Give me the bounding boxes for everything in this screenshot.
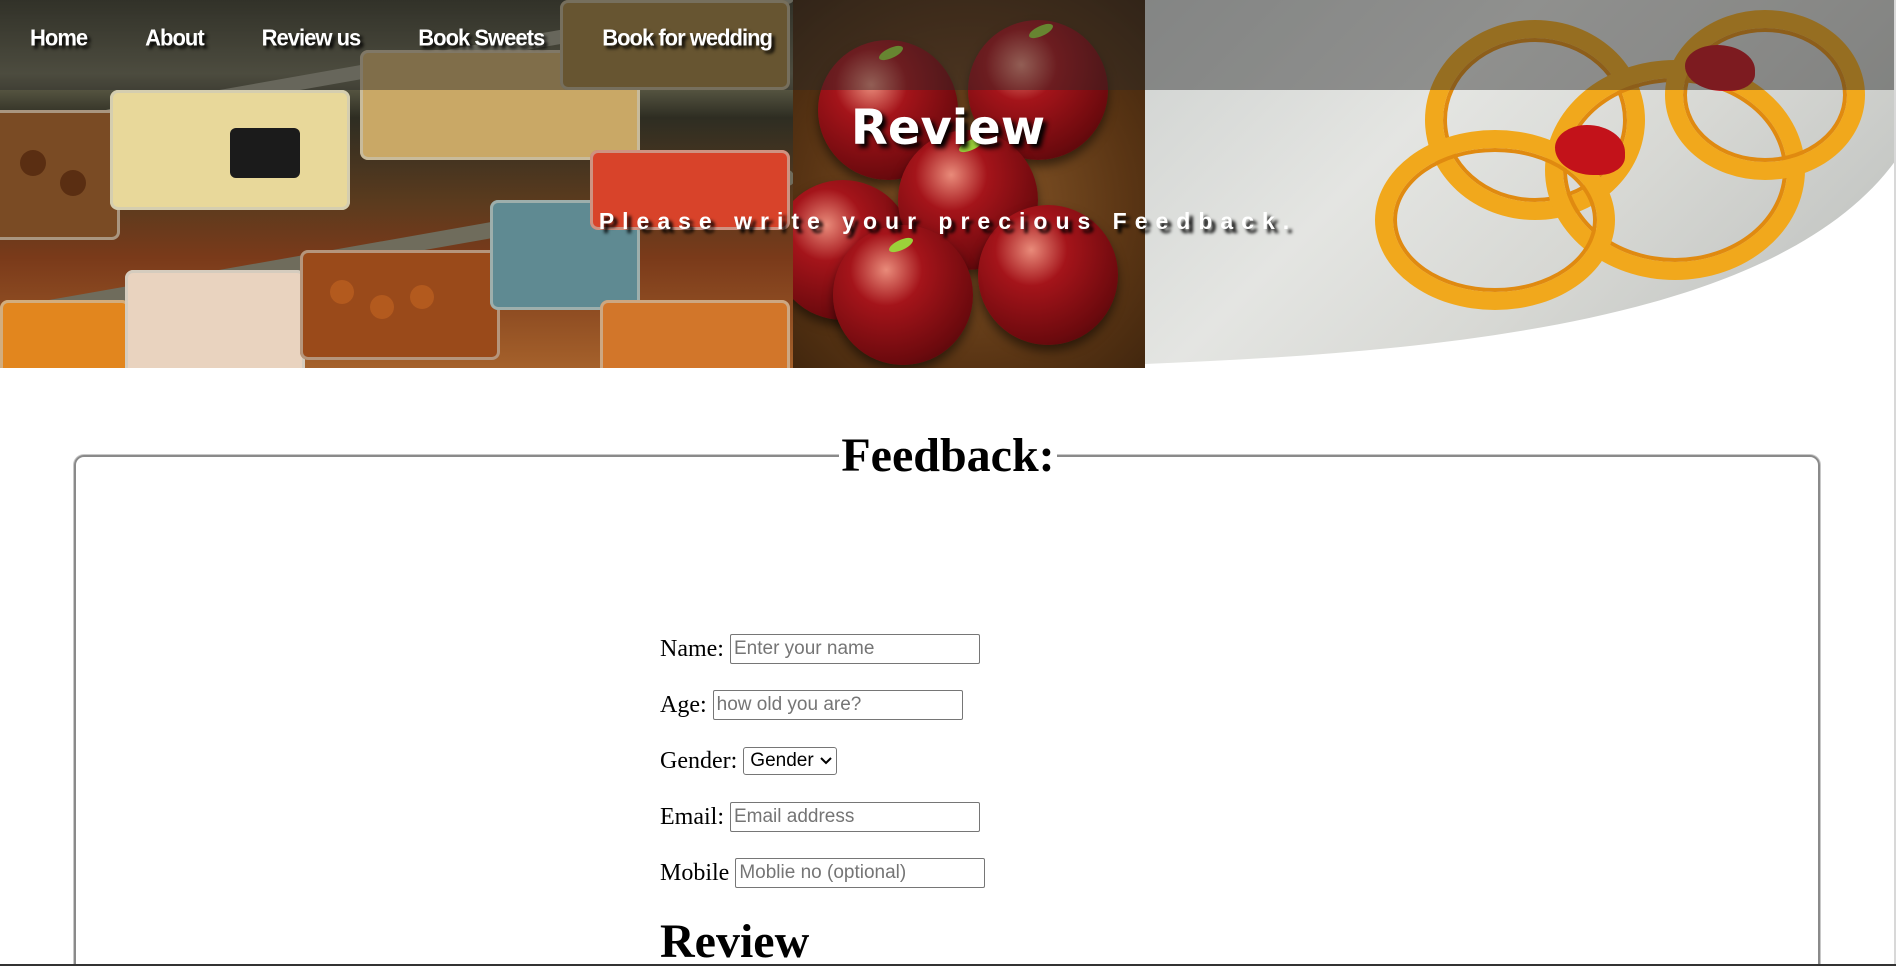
age-label: Age: (660, 691, 707, 718)
age-input[interactable] (712, 690, 963, 720)
age-row: Age: (660, 690, 985, 720)
main-nav: Home About Review us Book Sweets Book fo… (30, 22, 830, 54)
gender-row: Gender: Gender (660, 746, 985, 776)
review-heading: Review (660, 915, 810, 966)
gender-label: Gender: (660, 747, 738, 774)
feedback-legend: Feedback: (0, 428, 1896, 483)
nav-review-us[interactable]: Review us (262, 21, 362, 55)
hero-title: Review (850, 100, 1046, 156)
name-label: Name: (660, 635, 724, 662)
nav-book-for-wedding[interactable]: Book for wedding (602, 21, 773, 55)
nav-about[interactable]: About (145, 21, 205, 55)
nav-book-sweets[interactable]: Book Sweets (418, 21, 545, 55)
mobile-label: Mobile (660, 859, 730, 886)
name-input[interactable] (729, 634, 980, 664)
hero-subtitle: Please write your precious Feedback. (598, 208, 1298, 234)
feedback-form: Name: Age: Gender: Gender Email: Mobile … (660, 634, 986, 966)
chevron-down-icon (819, 754, 832, 768)
mobile-row: Mobile (660, 858, 986, 888)
email-input[interactable] (729, 802, 980, 832)
feedback-legend-text: Feedback: (839, 428, 1057, 483)
nav-home[interactable]: Home (30, 21, 88, 55)
name-row: Name: (660, 634, 985, 664)
mobile-input[interactable] (735, 858, 986, 888)
gender-select[interactable]: Gender (743, 747, 837, 775)
hero-banner: Home About Review us Book Sweets Book fo… (0, 0, 1896, 368)
email-label: Email: (660, 803, 724, 830)
gender-select-value: Gender (750, 750, 814, 771)
email-row: Email: (660, 802, 985, 832)
